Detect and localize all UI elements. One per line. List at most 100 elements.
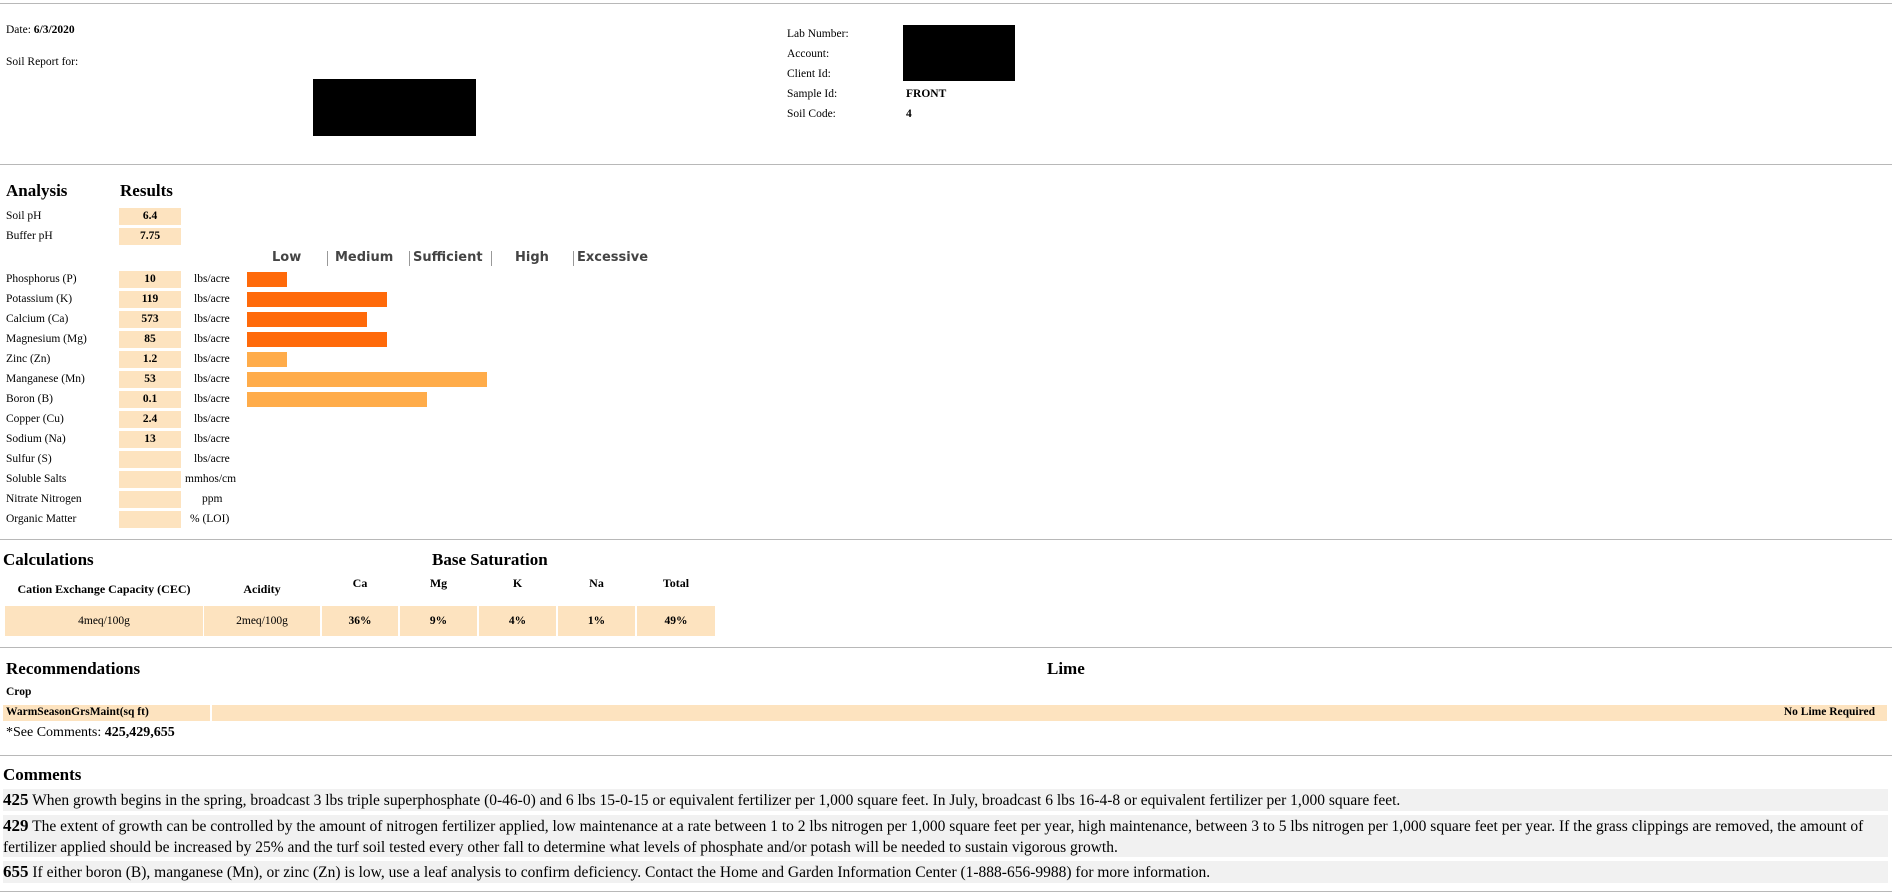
soil-report-label: Soil Report for: (6, 56, 79, 68)
acidity-value: 2meq/100g (204, 606, 320, 636)
buffer-ph-label: Buffer pH (6, 230, 53, 242)
nutrient-unit: lbs/acre (194, 293, 230, 305)
cec-header: Cation Exchange Capacity (CEC) (17, 582, 191, 596)
redacted-lab-info-block (903, 25, 1015, 81)
ca-header: Ca (352, 576, 368, 590)
nutrient-level-bar (247, 392, 427, 407)
mg-header: Mg (429, 576, 448, 590)
crop-cell: WarmSeasonGrsMaint(sq ft) (3, 705, 210, 721)
scale-divider (573, 251, 574, 266)
lime-title: Lime (1047, 659, 1085, 678)
nutrient-value (119, 451, 181, 468)
comment-item: 425 When growth begins in the spring, br… (3, 789, 1888, 811)
nutrient-level-bar (247, 272, 287, 287)
lime-cell: No Lime Required (212, 705, 1887, 721)
sample-id-value: FRONT (906, 88, 947, 100)
see-comments-label: *See Comments: (6, 725, 102, 740)
comment-item: 655 If either boron (B), manganese (Mn),… (3, 861, 1888, 883)
sample-id-label: Sample Id: (787, 88, 838, 100)
comment-text: The extent of growth can be controlled b… (3, 818, 1864, 856)
na-header: Na (589, 576, 604, 590)
crop-value: WarmSeasonGrsMaint(sq ft) (6, 706, 149, 718)
nutrient-label: Phosphorus (P) (6, 273, 77, 285)
comment-text: When growth begins in the spring, broadc… (32, 792, 1401, 809)
nutrient-label: Sodium (Na) (6, 433, 66, 445)
nutrient-value: 2.4 (119, 411, 181, 428)
mg-value: 9% (400, 606, 477, 636)
date-line: Date: 6/3/2020 (6, 24, 75, 36)
scale-divider (491, 251, 492, 266)
nutrient-unit: % (LOI) (190, 513, 230, 525)
recommendations-divider (0, 755, 1892, 756)
recommendations-title: Recommendations (6, 659, 141, 678)
nutrient-unit: lbs/acre (194, 333, 230, 345)
nutrient-unit: lbs/acre (194, 433, 230, 445)
nutrient-label: Calcium (Ca) (6, 313, 69, 325)
nutrient-unit: ppm (202, 493, 223, 505)
calculations-divider (0, 647, 1892, 648)
total-value: 49% (637, 606, 715, 636)
na-value: 1% (558, 606, 635, 636)
k-header: K (512, 576, 523, 590)
scale-label-sufficient: Sufficient (413, 250, 483, 265)
nutrient-level-bar (247, 312, 367, 327)
nutrient-unit: lbs/acre (194, 353, 230, 365)
nutrient-unit: lbs/acre (194, 393, 230, 405)
comment-number: 425 (3, 790, 29, 809)
scale-divider (327, 251, 328, 266)
see-comments-line: *See Comments: 425,429,655 (6, 725, 175, 741)
nutrient-label: Magnesium (Mg) (6, 333, 87, 345)
nutrient-level-bar (247, 352, 287, 367)
analysis-title: Analysis (6, 181, 68, 200)
nutrient-label: Zinc (Zn) (6, 353, 51, 365)
lab-number-label: Lab Number: (787, 28, 849, 40)
total-header: Total (662, 576, 690, 590)
see-comments-value: 425,429,655 (104, 725, 175, 740)
cec-value: 4meq/100g (5, 606, 203, 636)
scale-label-low: Low (272, 250, 302, 265)
analysis-divider (0, 539, 1892, 540)
buffer-ph-value: 7.75 (119, 228, 181, 245)
nutrient-label: Sulfur (S) (6, 453, 52, 465)
ca-value: 36% (322, 606, 398, 636)
nutrient-level-bar (247, 332, 387, 347)
scale-label-excessive: Excessive (577, 250, 649, 265)
nutrient-unit: lbs/acre (194, 373, 230, 385)
bottom-divider (0, 891, 1892, 892)
top-divider (0, 3, 1892, 4)
nutrient-level-bar (247, 372, 487, 387)
nutrient-unit: mmhos/cm (185, 473, 237, 485)
date-value: 6/3/2020 (33, 24, 75, 36)
base-saturation-title: Base Saturation (432, 550, 548, 569)
date-label: Date: (6, 24, 31, 36)
nutrient-value: 13 (119, 431, 181, 448)
nutrient-label: Copper (Cu) (6, 413, 64, 425)
client-id-label: Client Id: (787, 68, 831, 80)
lime-value: No Lime Required (1783, 706, 1875, 718)
k-value: 4% (479, 606, 556, 636)
nutrient-value (119, 491, 181, 508)
nutrient-value: 53 (119, 371, 181, 388)
nutrient-value: 0.1 (119, 391, 181, 408)
account-label: Account: (787, 48, 830, 60)
soil-ph-label: Soil pH (6, 210, 42, 222)
comment-text: If either boron (B), manganese (Mn), or … (32, 864, 1211, 881)
comments-title: Comments (3, 765, 82, 784)
scale-label-medium: Medium (335, 250, 394, 265)
nutrient-label: Potassium (K) (6, 293, 73, 305)
nutrient-unit: lbs/acre (194, 453, 230, 465)
results-title: Results (120, 181, 173, 200)
nutrient-value (119, 511, 181, 528)
nutrient-value: 85 (119, 331, 181, 348)
soil-code-label: Soil Code: (787, 108, 836, 120)
comment-item: 429 The extent of growth can be controll… (3, 815, 1888, 857)
comment-number: 429 (3, 816, 29, 835)
nutrient-label: Nitrate Nitrogen (6, 493, 82, 505)
nutrient-value (119, 471, 181, 488)
nutrient-level-bar (247, 292, 387, 307)
redacted-client-block (313, 79, 476, 136)
nutrient-unit: lbs/acre (194, 313, 230, 325)
crop-header: Crop (6, 686, 32, 698)
nutrient-label: Manganese (Mn) (6, 373, 85, 385)
soil-ph-value: 6.4 (119, 208, 181, 225)
